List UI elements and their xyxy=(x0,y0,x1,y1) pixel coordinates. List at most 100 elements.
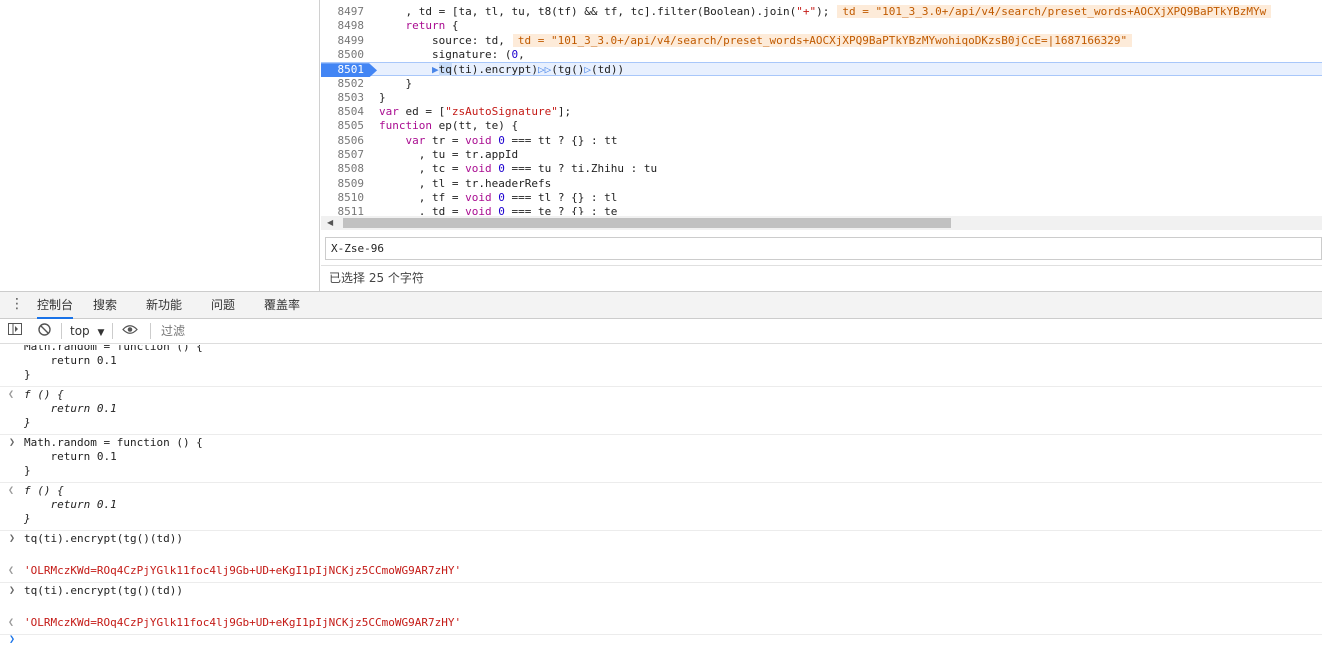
console-message-divider xyxy=(0,582,1322,583)
code-text: , tc = void 0 === tu ? ti.Zhihu : tu xyxy=(379,162,658,176)
filter-input[interactable] xyxy=(161,321,1316,341)
console-prompt-caret-icon[interactable]: ❯ xyxy=(9,634,15,645)
line-number[interactable]: 8501 xyxy=(321,63,369,77)
code-text: var tr = void 0 === tt ? {} : tt xyxy=(405,133,618,147)
tab-coverage[interactable]: 覆盖率 xyxy=(264,292,300,319)
console-result-line: f () { xyxy=(24,388,64,401)
code-text: , tl = tr.headerRefs xyxy=(379,176,552,190)
console-result-line: return 0.1 xyxy=(24,498,117,511)
dropdown-arrow-icon: ▼ xyxy=(97,328,105,338)
breakpoint-marker[interactable]: 8501 xyxy=(321,63,377,78)
code-line[interactable]: 8504 var ed = ["zsAutoSignature"]; xyxy=(321,105,1322,119)
tab-issues[interactable]: 问题 xyxy=(211,292,235,319)
console-result-line: f () { xyxy=(24,484,64,497)
line-number[interactable]: 8504 xyxy=(321,105,369,119)
clear-console-icon[interactable] xyxy=(38,323,51,339)
line-number[interactable]: 8502 xyxy=(321,77,369,91)
code-line[interactable]: 8511 , td = void 0 === te ? {} : te xyxy=(321,205,1322,215)
output-arrow-icon: ❮ xyxy=(8,389,15,400)
toolbar-divider xyxy=(150,323,151,339)
code-line[interactable]: 8506 var tr = void 0 === tt ? {} : tt xyxy=(321,134,1322,148)
line-number[interactable]: 8499 xyxy=(321,34,369,48)
line-number[interactable]: 8505 xyxy=(321,119,369,133)
console-input-line: Math.random = function () { xyxy=(24,436,203,449)
file-navigator-pane xyxy=(0,0,320,291)
scrollbar-thumb[interactable] xyxy=(343,218,951,228)
code-line[interactable]: 8500 signature: (0, xyxy=(321,48,1322,62)
code-text: function ep(tt, te) { xyxy=(379,119,519,133)
code-text: , tu = tr.appId xyxy=(379,148,519,161)
tab-search[interactable]: 搜索 xyxy=(93,292,117,319)
code-line[interactable]: 8503} xyxy=(321,91,1322,105)
context-value: top xyxy=(70,324,90,338)
drawer-tab-bar: ⋮ 控制台 搜索 新功能 问题 覆盖率 xyxy=(0,291,1322,319)
code-text: source: td, td = "101_3_3.0+/api/v4/searc… xyxy=(379,33,1133,48)
toolbar-divider xyxy=(112,323,113,339)
console-input-line: tq(ti).encrypt(tg()(td)) xyxy=(24,584,183,597)
line-number[interactable]: 8506 xyxy=(321,134,369,148)
console-input-line: Math.random = function () { xyxy=(24,345,203,353)
code-line[interactable]: 8507 , tu = tr.appId xyxy=(321,148,1322,162)
code-line[interactable]: 8499 source: td, td = "101_3_3.0+/api/v4/… xyxy=(321,33,1322,48)
code-editor[interactable]: 8497 , td = [ta, tl, tu, t8(tf) && tf, t… xyxy=(321,0,1322,215)
console-input-line: } xyxy=(24,464,31,477)
console-input-line: return 0.1 xyxy=(24,354,117,367)
line-number[interactable]: 8503 xyxy=(321,91,369,105)
code-line[interactable]: 8501 ▶tq(ti).encrypt)▷▷(tg()▷(td)) xyxy=(321,62,1322,78)
code-line[interactable]: 8510 , tf = void 0 === tl ? {} : tl xyxy=(321,191,1322,205)
console-result-line: return 0.1 xyxy=(24,402,117,415)
line-number[interactable]: 8500 xyxy=(321,48,369,62)
code-text: , tf = void 0 === tl ? {} : tl xyxy=(379,190,618,204)
output-arrow-icon: ❮ xyxy=(8,617,15,628)
code-line[interactable]: 8502 } xyxy=(321,77,1322,91)
output-arrow-icon: ❮ xyxy=(8,565,15,576)
drawer-menu-icon[interactable]: ⋮ xyxy=(10,297,24,311)
code-line[interactable]: 8497 , td = [ta, tl, tu, t8(tf) && tf, t… xyxy=(321,5,1322,19)
code-text: var ed = ["zsAutoSignature"]; xyxy=(379,105,572,119)
input-prompt-icon: ❯ xyxy=(9,585,16,596)
code-line[interactable]: 8508 , tc = void 0 === tu ? ti.Zhihu : t… xyxy=(321,162,1322,176)
console-input-line: return 0.1 xyxy=(24,450,117,463)
code-line[interactable]: 8498 return { xyxy=(321,19,1322,33)
code-text: ▶tq(ti).encrypt)▷▷(tg()▷(td)) xyxy=(431,63,625,77)
code-text: signature: (0, xyxy=(379,47,525,61)
code-text: , td = void 0 === te ? {} : te xyxy=(379,205,618,215)
console-output[interactable]: Math.random = function () { return 0.1} f… xyxy=(0,345,1322,645)
source-editor-pane: 8497 , td = [ta, tl, tu, t8(tf) && tf, t… xyxy=(321,0,1322,291)
line-number[interactable]: 8510 xyxy=(321,191,369,205)
search-field[interactable]: X-Zse-96 xyxy=(325,237,1322,260)
line-number[interactable]: 8497 xyxy=(321,5,369,19)
line-number[interactable]: 8498 xyxy=(321,19,369,33)
code-text: } xyxy=(379,90,386,104)
console-input-line: tq(ti).encrypt(tg()(td)) xyxy=(24,532,183,545)
console-result-line: 'OLRMczKWd=ROq4CzPjYGlk11foc4lj9Gb+UD+eK… xyxy=(24,564,462,577)
line-number[interactable]: 8507 xyxy=(321,148,369,162)
console-message-divider xyxy=(0,434,1322,435)
code-text: return { xyxy=(405,19,459,33)
console-result-line: 'OLRMczKWd=ROq4CzPjYGlk11foc4lj9Gb+UD+eK… xyxy=(24,616,462,629)
console-message-divider xyxy=(0,482,1322,483)
code-line[interactable]: 8505 function ep(tt, te) { xyxy=(321,119,1322,133)
line-number[interactable]: 8511 xyxy=(321,205,369,215)
output-arrow-icon: ❮ xyxy=(8,485,15,496)
context-selector[interactable]: top ▼ xyxy=(70,324,104,338)
tab-console[interactable]: 控制台 xyxy=(37,292,74,319)
input-prompt-icon: ❯ xyxy=(9,437,16,448)
eye-icon[interactable] xyxy=(122,324,138,338)
console-result-line: } xyxy=(24,512,31,525)
inline-variable-value: td = "101_3_3.0+/api/v4/search/preset_wo… xyxy=(837,5,1272,18)
code-text: , td = [ta, tl, tu, t8(tf) && tf, tc].fi… xyxy=(379,5,1272,19)
line-number[interactable]: 8509 xyxy=(321,177,369,191)
console-result-line: } xyxy=(24,416,31,429)
line-number[interactable]: 8508 xyxy=(321,162,369,176)
input-prompt-icon: ❯ xyxy=(9,533,16,544)
inline-variable-value: td = "101_3_3.0+/api/v4/search/preset_wo… xyxy=(512,33,1133,47)
console-message-divider xyxy=(0,530,1322,531)
sidebar-toggle-icon[interactable] xyxy=(8,323,22,338)
scroll-left-icon[interactable]: ◀ xyxy=(327,218,333,227)
selection-status: 已选择 25 个字符 xyxy=(321,265,1322,291)
tab-whats-new[interactable]: 新功能 xyxy=(146,292,182,319)
horizontal-scrollbar[interactable]: ◀ xyxy=(321,216,1322,230)
code-line[interactable]: 8509 , tl = tr.headerRefs xyxy=(321,177,1322,191)
toolbar-divider xyxy=(61,323,62,339)
